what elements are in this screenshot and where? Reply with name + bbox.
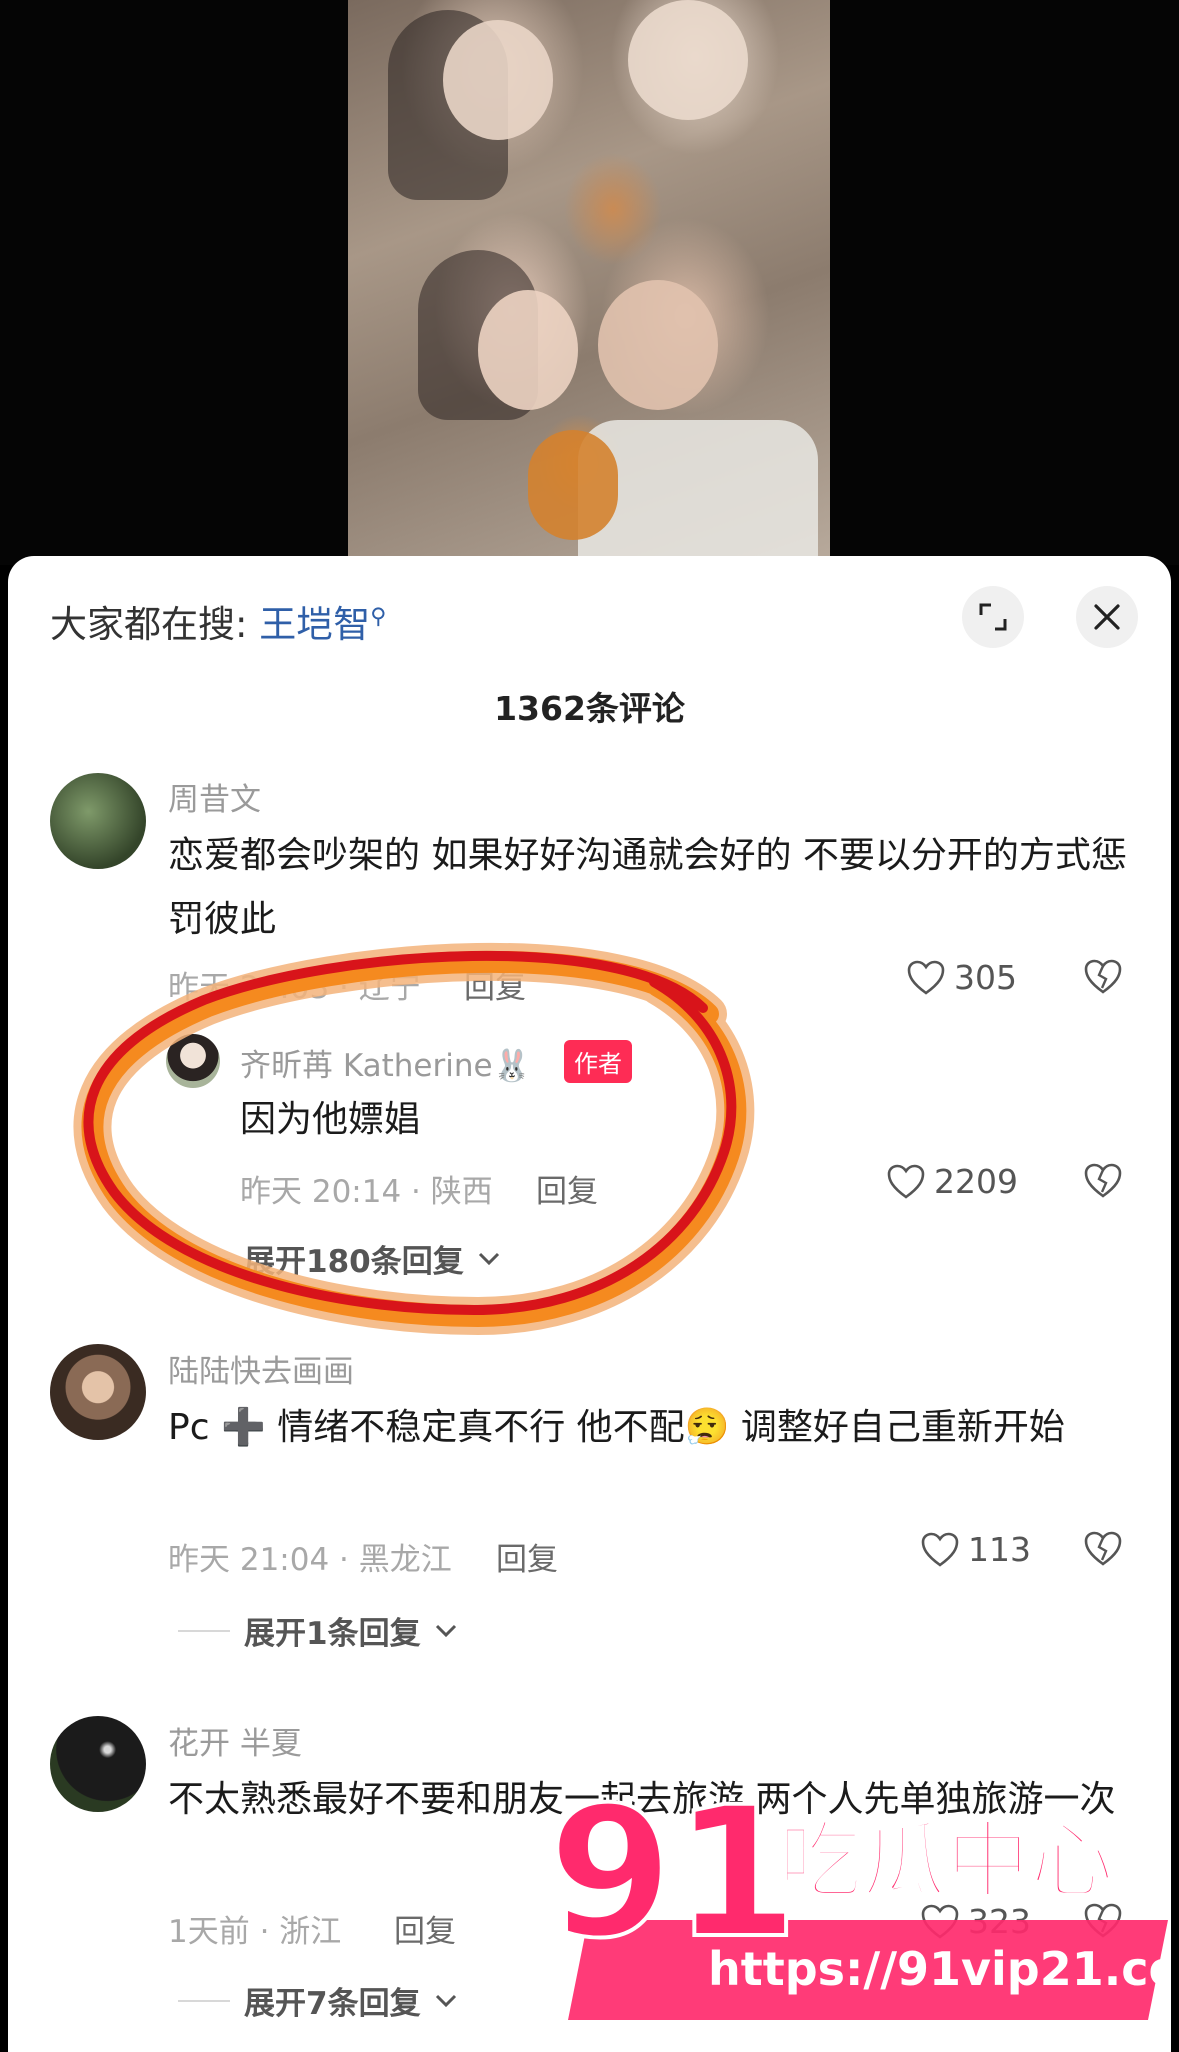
comment-text: Pc ➕ 情绪不稳定真不行 他不配😮‍💨 调整好自己重新开始	[168, 1407, 1065, 1448]
reply-button[interactable]: 回复	[496, 1534, 558, 1579]
like-button[interactable]: 113	[920, 1530, 1031, 1569]
close-button[interactable]	[1076, 586, 1138, 648]
author-badge: 作者	[564, 1040, 632, 1083]
author-reply-meta: 昨天 20:14 · 陕西	[240, 1174, 493, 1210]
reply-button[interactable]: 回复	[464, 962, 526, 1007]
comment-meta: 1天前 · 浙江	[168, 1914, 342, 1950]
expand-replies-button[interactable]: 展开180条回复	[178, 1236, 500, 1281]
chevron-down-icon	[435, 1994, 456, 2007]
like-count: 2209	[934, 1162, 1018, 1201]
dislike-button[interactable]	[1083, 1162, 1123, 1204]
reply-button[interactable]: 回复	[536, 1166, 598, 1211]
dislike-icon	[1084, 959, 1122, 994]
heart-icon	[907, 960, 945, 995]
search-icon: ⚲	[370, 604, 387, 630]
avatar[interactable]	[50, 773, 146, 869]
watermark-url: https://91vip21.com	[708, 1942, 1168, 1996]
video-player[interactable]	[0, 0, 1179, 565]
chevron-down-icon	[435, 1624, 456, 1637]
heart-icon	[887, 1164, 925, 1199]
expand-button[interactable]	[962, 586, 1024, 648]
like-count: 113	[968, 1530, 1031, 1569]
chevron-down-icon	[478, 1252, 499, 1265]
like-button[interactable]: 2209	[886, 1162, 1018, 1201]
watermark-logo: 91 吃瓜中心 https://91vip21.com	[548, 1770, 1168, 2020]
comments-count: 1362条评论	[494, 689, 685, 728]
expand-replies-label: 展开180条回复	[244, 1244, 464, 1280]
expand-replies-button[interactable]: 展开1条回复	[178, 1608, 457, 1653]
expand-replies-button[interactable]: 展开7条回复	[178, 1978, 457, 2023]
trending-search-keyword[interactable]: 王垲智	[259, 603, 370, 646]
dislike-icon	[1084, 1163, 1122, 1198]
author-reply-text: 因为他嫖娼	[240, 1099, 421, 1140]
comment-meta: 昨天 20:03 · 辽宁	[168, 970, 421, 1006]
comment-text: 恋爱都会吵架的 如果好好沟通就会好的 不要以分开的方式惩罚彼此	[168, 835, 1127, 940]
comment-username[interactable]: 花开 半夏	[168, 1718, 302, 1763]
expand-icon	[979, 603, 1007, 631]
heart-icon	[921, 1532, 959, 1567]
comment-username[interactable]: 陆陆快去画画	[168, 1346, 354, 1391]
comment-meta: 昨天 21:04 · 黑龙江	[168, 1542, 452, 1578]
avatar[interactable]	[50, 1344, 146, 1440]
reply-button[interactable]: 回复	[394, 1906, 456, 1951]
dislike-icon	[1084, 1531, 1122, 1566]
dislike-button[interactable]	[1083, 958, 1123, 1000]
dislike-button[interactable]	[1083, 1530, 1123, 1572]
expand-replies-label: 展开1条回复	[244, 1616, 421, 1652]
video-thumbnail	[348, 0, 830, 565]
close-icon	[1094, 604, 1120, 630]
trending-search-prefix: 大家都在搜:	[50, 603, 260, 646]
avatar[interactable]	[50, 1716, 146, 1812]
author-avatar[interactable]	[166, 1034, 220, 1088]
like-button[interactable]: 305	[906, 958, 1017, 997]
like-count: 305	[954, 958, 1017, 997]
trending-search[interactable]: 大家都在搜: 王垲智⚲	[50, 594, 386, 648]
watermark-text: 吃瓜中心	[778, 1812, 1114, 1910]
expand-replies-label: 展开7条回复	[244, 1986, 421, 2022]
comment-username[interactable]: 周昔文	[168, 774, 261, 819]
author-username[interactable]: 齐昕苒 Katherine🐰	[240, 1040, 531, 1085]
